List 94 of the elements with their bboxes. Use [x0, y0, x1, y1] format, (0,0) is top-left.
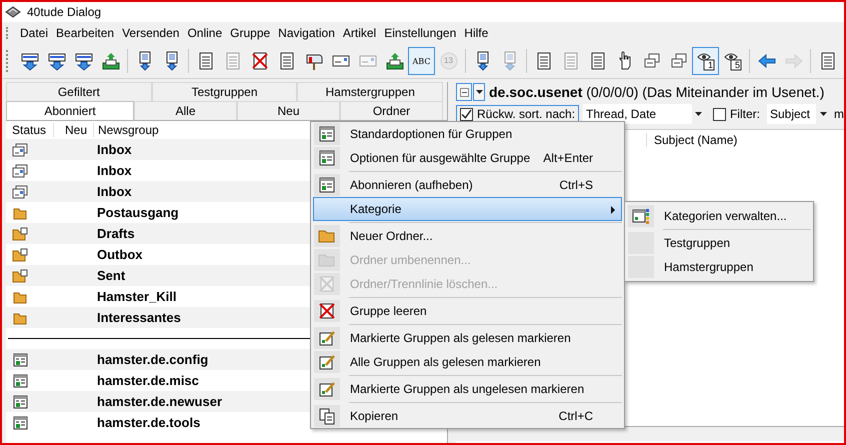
tab[interactable]: Hamstergruppen — [297, 82, 444, 101]
toolbar-button[interactable]: 1 — [692, 47, 719, 75]
inbox-icon — [12, 162, 28, 178]
pen-icon — [318, 380, 336, 398]
check-icon — [461, 108, 472, 120]
download-icon — [46, 51, 66, 71]
newsgroup-name: Inbox — [96, 184, 132, 199]
filter-dropdown[interactable]: Subject — [766, 104, 830, 124]
tab[interactable]: Neu — [237, 101, 340, 120]
tray-icon — [384, 51, 404, 71]
menu-item[interactable]: Markierte Gruppen als ungelesen markieren — [313, 377, 622, 401]
newsgroup-icon — [12, 372, 28, 388]
caret-icon — [820, 112, 826, 116]
eye-icon — [722, 51, 742, 71]
minus-icon — [460, 88, 468, 96]
column-header[interactable]: Status — [6, 123, 54, 137]
menu-item[interactable]: Testgruppen — [627, 231, 811, 255]
menu-item[interactable]: Abonnieren (aufheben) Ctrl+S — [313, 173, 622, 197]
newsgroup-icon — [12, 352, 28, 368]
document-icon — [318, 125, 336, 143]
dropdown-button[interactable] — [473, 83, 485, 101]
newsgroup-name: Hamster_Kill — [96, 289, 176, 304]
field-label: m — [834, 107, 844, 121]
sort-dropdown[interactable]: Thread, Date — [583, 104, 706, 124]
folder-icon — [12, 268, 28, 284]
delete-icon — [318, 302, 336, 320]
download-icon — [20, 51, 40, 71]
newsgroup-name: Postausgang — [96, 205, 179, 220]
download-icon — [74, 51, 94, 71]
menu-item[interactable]: Optionen für ausgewählte Gruppe Alt+Enter — [313, 146, 622, 170]
menu-item[interactable]: Einstellungen — [380, 24, 460, 42]
tab[interactable]: Gefiltert — [6, 82, 152, 101]
folder-icon — [12, 246, 28, 262]
tab[interactable]: Testgruppen — [152, 82, 298, 101]
pen-icon — [318, 353, 336, 371]
app-icon — [5, 6, 21, 18]
menu-item[interactable]: Datei — [16, 24, 52, 42]
caret-icon — [695, 112, 702, 116]
newsgroup-icon — [12, 414, 28, 430]
tray-icon — [100, 51, 120, 71]
window-title: 40tude Dialog — [27, 5, 102, 19]
newsgroup-name: Inbox — [96, 163, 132, 178]
menu-item[interactable]: Gruppe leeren — [313, 299, 622, 323]
newsgroup-name: Outbox — [96, 247, 142, 262]
scrollbar[interactable] — [456, 426, 844, 441]
column-header[interactable]: Subject (Name) — [646, 133, 738, 147]
circle-icon — [438, 51, 458, 71]
newsgroup-name: Sent — [96, 268, 126, 283]
caret-icon — [476, 90, 482, 94]
arrow-left-icon — [756, 51, 776, 71]
document-icon — [318, 149, 336, 167]
newsgroup-name: Inbox — [96, 142, 132, 157]
pen-icon — [318, 329, 336, 347]
menu-item[interactable]: Hamstergruppen — [627, 255, 811, 279]
menu-item[interactable]: Navigation — [274, 24, 339, 42]
submenu-arrow-icon — [611, 206, 615, 214]
menu-item[interactable]: Kategorien verwalten... — [627, 204, 811, 228]
group-title: de.soc.usenet (0/0/0/0) (Das Miteinander im Usenet.) — [488, 84, 824, 100]
menu-item[interactable]: Gruppe — [226, 24, 274, 42]
column-header[interactable]: Neu — [54, 123, 94, 137]
newsgroup-name: Drafts — [96, 226, 135, 241]
inbox-icon — [12, 184, 28, 200]
newsgroup-name: hamster.de.tools — [96, 415, 200, 430]
menu-item[interactable]: Markierte Gruppen als gelesen markieren — [313, 326, 622, 350]
document-icon — [318, 176, 336, 194]
menu-item[interactable]: Kategorie — [313, 197, 622, 221]
newsgroup-name: Interessantes — [96, 310, 181, 325]
menu-item[interactable]: Neuer Ordner... — [313, 224, 622, 248]
menu-item[interactable]: Alle Gruppen als gelesen markieren — [313, 350, 622, 374]
delete-icon — [250, 51, 270, 71]
column-header[interactable]: Newsgroup — [94, 123, 159, 137]
folder-icon — [12, 226, 28, 242]
inbox-icon — [12, 142, 28, 158]
menu-item[interactable]: Online — [183, 24, 226, 42]
category-list-icon — [632, 207, 650, 225]
filter-checkbox[interactable]: Filter: — [710, 105, 763, 123]
newsgroup-name: hamster.de.misc — [96, 373, 199, 388]
newsgroup-name: hamster.de.newuser — [96, 394, 222, 409]
toolbar-button[interactable]: 5 — [719, 47, 746, 75]
toolbar-button[interactable]: ABC — [408, 47, 435, 75]
menu-item[interactable]: Versenden — [118, 24, 184, 42]
eye-icon — [696, 51, 716, 71]
tab[interactable]: Ordner — [340, 101, 443, 120]
delete-icon — [318, 275, 336, 293]
tab[interactable]: Alle — [134, 101, 237, 120]
menu-item[interactable]: Artikel — [338, 24, 380, 42]
copy-icon — [318, 407, 336, 425]
arrow-right-icon — [784, 51, 804, 71]
newsgroup-icon — [12, 394, 28, 410]
newsgroup-name: hamster.de.config — [96, 352, 208, 367]
menu-item[interactable]: Bearbeiten — [52, 24, 118, 42]
menu-item[interactable]: Kopieren Ctrl+C — [313, 404, 622, 428]
tab[interactable]: Abonniert — [6, 101, 134, 120]
menu-item[interactable]: Hilfe — [460, 24, 492, 42]
